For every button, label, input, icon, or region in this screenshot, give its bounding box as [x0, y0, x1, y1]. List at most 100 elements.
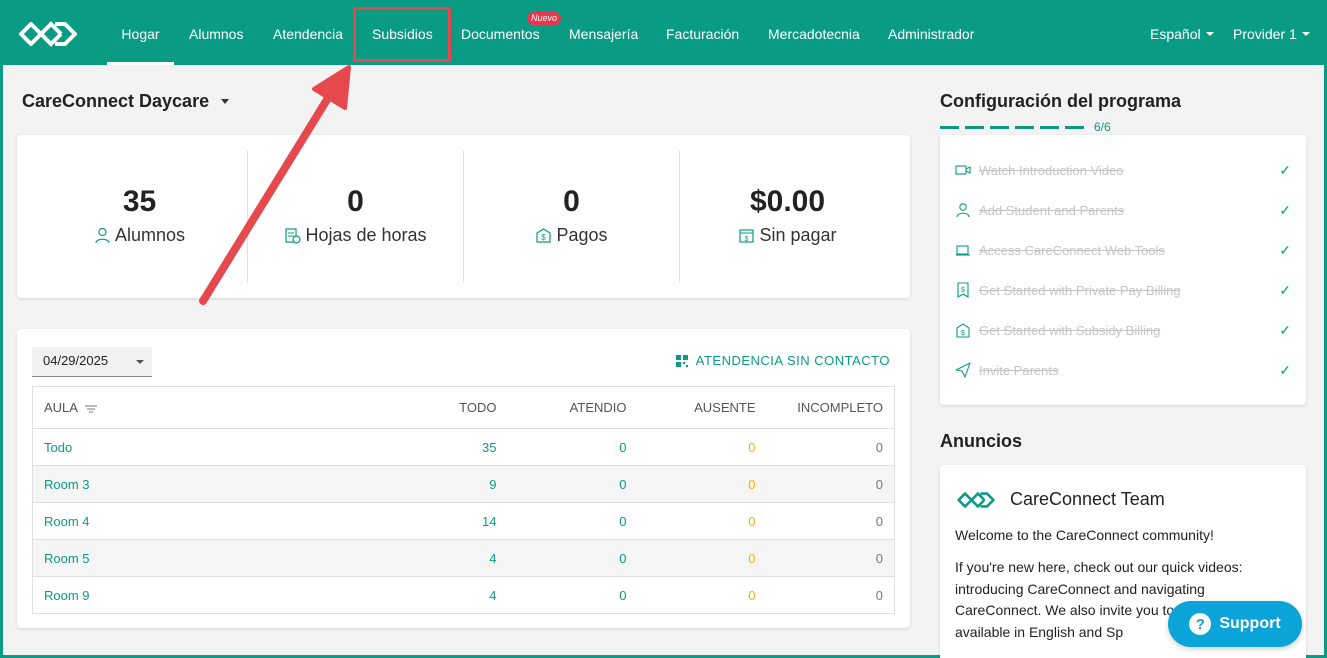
check-icon: ✓	[1279, 361, 1291, 378]
total-count[interactable]: 35	[412, 428, 508, 466]
task-private-pay[interactable]: $ Get Started with Private Pay Billing ✓	[955, 270, 1291, 310]
support-button[interactable]: ? Support	[1168, 601, 1302, 647]
total-count[interactable]: 9	[412, 465, 508, 503]
task-add-student[interactable]: Add Student and Parents ✓	[955, 190, 1291, 230]
col-incompleto: INCOMPLETO	[766, 386, 895, 429]
absent-count[interactable]: 0	[637, 539, 767, 577]
contactless-attendance-button[interactable]: ATENDENCIA SIN CONTACTO	[675, 353, 890, 368]
nav-administrador[interactable]: Administrador	[888, 3, 974, 65]
task-label: Invite Parents	[979, 362, 1059, 378]
task-subsidy-billing[interactable]: $ Get Started with Subsidy Billing ✓	[955, 310, 1291, 350]
progress-segment	[990, 125, 1009, 129]
center-selector[interactable]: CareConnect Daycare	[22, 91, 230, 112]
table-row[interactable]: Todo 35 0 0 0	[32, 428, 895, 466]
task-web-tools[interactable]: Access CareConnect Web Tools ✓	[955, 230, 1291, 270]
user-dropdown[interactable]: Provider 1	[1233, 3, 1310, 65]
stat-students[interactable]: 35 Alumnos	[32, 150, 247, 283]
col-aula[interactable]: AULA	[32, 386, 413, 429]
progress-segment	[965, 125, 984, 129]
room-link[interactable]: Todo	[32, 428, 413, 466]
col-todo: TODO	[412, 386, 508, 429]
progress-segment	[1040, 125, 1059, 129]
nav-hogar[interactable]: Hogar	[107, 3, 174, 65]
table-row[interactable]: Room 9 4 0 0 0	[32, 576, 895, 614]
nav-documentos[interactable]: Documentos Nuevo	[461, 3, 562, 65]
room-link[interactable]: Room 9	[32, 576, 413, 614]
progress-segment	[1015, 125, 1034, 129]
attended-count[interactable]: 0	[507, 539, 638, 577]
stat-unpaid[interactable]: $0.00 $ Sin pagar	[680, 150, 895, 283]
check-icon: ✓	[1279, 201, 1291, 218]
room-link[interactable]: Room 4	[32, 502, 413, 540]
attended-count[interactable]: 0	[507, 428, 638, 466]
task-invite-parents[interactable]: Invite Parents ✓	[955, 350, 1291, 390]
incomplete-count: 0	[766, 502, 895, 540]
user-label: Provider 1	[1233, 26, 1297, 42]
chevron-down-icon	[1205, 32, 1214, 36]
col-label: AULA	[44, 400, 78, 415]
attended-count[interactable]: 0	[507, 576, 638, 614]
total-count[interactable]: 4	[412, 576, 508, 614]
stat-label: Pagos	[556, 225, 608, 245]
nav-mensajeria[interactable]: Mensajería	[569, 3, 638, 65]
nav-label: Mensajería	[569, 26, 639, 42]
check-icon: ✓	[1279, 161, 1291, 178]
nav-alumnos[interactable]: Alumnos	[189, 3, 243, 65]
stats-card: 35 Alumnos 0 Hojas de horas 0 $ Pagos $0…	[17, 135, 910, 298]
attended-count[interactable]: 0	[507, 465, 638, 503]
nav-label: Atendencia	[273, 26, 344, 42]
date-picker[interactable]: 04/29/2025	[32, 347, 152, 377]
stat-value: 35	[122, 185, 157, 218]
svg-text:$: $	[961, 330, 965, 337]
person-icon	[956, 203, 970, 218]
table-row[interactable]: Room 5 4 0 0 0	[32, 539, 895, 577]
progress-segment	[1065, 125, 1084, 129]
nav-subsidios[interactable]: Subsidios	[372, 3, 433, 65]
total-count[interactable]: 4	[412, 539, 508, 577]
stat-payments[interactable]: 0 $ Pagos	[464, 150, 679, 283]
stat-label: Sin pagar	[759, 225, 837, 245]
attendance-card: 04/29/2025 ATENDENCIA SIN CONTACTO AULA …	[17, 329, 910, 628]
nav-label: Alumnos	[189, 26, 244, 42]
chevron-down-icon	[1301, 32, 1310, 36]
stat-timesheets[interactable]: 0 Hojas de horas	[248, 150, 463, 283]
language-dropdown[interactable]: Español	[1150, 3, 1214, 65]
task-label: Access CareConnect Web Tools	[979, 242, 1165, 258]
absent-count[interactable]: 0	[637, 465, 767, 503]
setup-checklist-card: Watch Introduction Video ✓ Add Student a…	[940, 135, 1306, 405]
absent-count[interactable]: 0	[637, 576, 767, 614]
table-row[interactable]: Room 3 9 0 0 0	[32, 465, 895, 503]
nav-atendencia[interactable]: Atendencia	[273, 3, 343, 65]
stat-value: 0	[563, 185, 580, 218]
stat-label: Hojas de horas	[305, 225, 427, 245]
col-ausente: AUSENTE	[637, 386, 767, 429]
task-label: Get Started with Subsidy Billing	[979, 322, 1161, 338]
stat-value: $0.00	[749, 185, 826, 218]
chevron-down-icon	[136, 360, 144, 364]
absent-count[interactable]: 0	[637, 428, 767, 466]
task-watch-video[interactable]: Watch Introduction Video ✓	[955, 150, 1291, 190]
total-count[interactable]: 14	[412, 502, 508, 540]
table-row[interactable]: Room 4 14 0 0 0	[32, 502, 895, 540]
video-icon	[955, 165, 971, 175]
task-label: Get Started with Private Pay Billing	[979, 282, 1181, 298]
announcement-paragraph: Welcome to the CareConnect community!	[955, 527, 1214, 543]
subsidy-icon: $	[956, 323, 970, 338]
absent-count[interactable]: 0	[637, 502, 767, 540]
task-label: Watch Introduction Video	[979, 162, 1124, 178]
filter-icon[interactable]	[84, 404, 97, 414]
room-link[interactable]: Room 3	[32, 465, 413, 503]
setup-title: Configuración del programa	[940, 91, 1182, 111]
careconnect-logo[interactable]	[17, 19, 79, 49]
nav-facturacion[interactable]: Facturación	[666, 3, 739, 65]
room-link[interactable]: Room 5	[32, 539, 413, 577]
careconnect-logo	[957, 491, 995, 508]
announcements-title: Anuncios	[940, 431, 1023, 451]
nav-mercadotecnia[interactable]: Mercadotecnia	[768, 3, 860, 65]
stat-label: Alumnos	[114, 225, 186, 245]
attended-count[interactable]: 0	[507, 502, 638, 540]
date-value: 04/29/2025	[43, 353, 109, 368]
nav-label: Mercadotecnia	[768, 26, 860, 42]
announcement-author: CareConnect Team	[1010, 489, 1165, 509]
check-icon: ✓	[1279, 241, 1291, 258]
